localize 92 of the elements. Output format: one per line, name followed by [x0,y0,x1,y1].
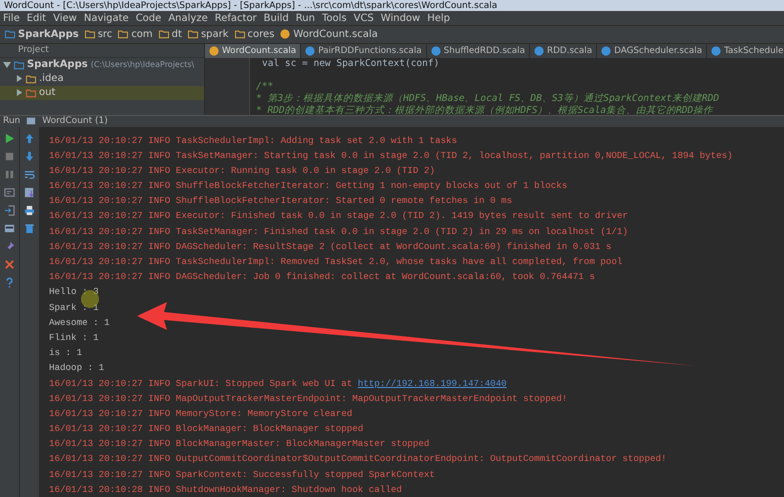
word-count-line: Spark : 1 [49,302,99,313]
run-config-icon [26,116,36,126]
dump-threads-icon[interactable] [4,186,15,198]
expand-arrow-icon[interactable] [3,60,11,69]
log-line: 16/01/13 20:10:27 INFO DAGScheduler: Job 0 finished: collect at WordCount.scala:60, took 0.764471 s [49,271,595,282]
word-count-line: Hadoop : 1 [49,362,104,374]
object-file-icon [209,46,219,56]
folder-icon [234,29,245,40]
folder-icon [26,88,36,98]
tree-item-label: .idea [39,73,64,84]
menu-item[interactable]: Edit [26,12,46,24]
log-line: 16/01/13 20:10:27 INFO OutputCommitCoordinator$OutputCommitCoordinatorEndpoint: OutputCommitCoordinator stopped! [49,453,667,464]
soft-wrap-icon[interactable] [24,168,35,180]
menu-item[interactable]: View [53,12,77,24]
breadcrumb[interactable]: com [131,28,153,40]
log-text: 16/01/13 20:10:27 INFO SparkUI: Stopped Spark web UI at [49,378,354,388]
stop-icon[interactable] [4,150,15,162]
panel-title[interactable]: Run [3,116,20,126]
word-count-line: is : 1 [49,347,82,358]
log-line: 16/01/13 20:10:27 INFO MemoryStore: MemoryStore cleared [49,408,352,419]
log-line: 16/01/13 20:10:27 INFO BlockManagerMaster: BlockManagerMaster stopped [49,438,430,450]
menu-item[interactable]: Analyze [168,12,208,24]
log-line: 16/01/13 20:10:27 INFO ShuffleBlockFetcherIterator: Started 0 remote fetches in 0 ms [49,195,512,206]
log-line: 16/01/13 20:10:27 INFO ShuffleBlockFetcherIterator: Getting 1 non-empty blocks out of 1 blocks [49,180,568,192]
log-line: 16/01/13 20:10:28 INFO ShutdownHookManager: Shutdown hook called [49,484,402,495]
log-line: 16/01/13 20:10:27 INFO TaskSetManager: Starting task 0.0 in stage 2.0 (TID 2, localhost, partition 0,NODE_LOCAL, 1894 bytes) [49,150,733,161]
print-icon[interactable] [24,204,35,216]
breadcrumb[interactable]: dt [172,28,182,40]
log-line: 16/01/13 20:10:27 INFO Executor: Running task 0.0 in stage 2.0 (TID 2) [49,164,435,176]
class-file-icon [534,46,544,56]
menu-item[interactable]: Help [427,12,450,24]
folder-icon [118,29,128,40]
run-config-tab[interactable]: WordCount (1) [42,116,108,126]
exit-icon[interactable] [4,204,15,216]
editor-tab[interactable]: WordCount.scala [205,44,302,58]
menu-item[interactable]: Code [136,12,162,24]
menu-item[interactable]: Tools [322,12,347,24]
log-line: 16/01/13 20:10:27 INFO MapOutputTrackerMasterEndpoint: MapOutputTrackerMasterEndpoint stopped! [49,392,568,404]
log-line: 16/01/13 20:10:27 INFO SparkContext: Successfully stopped SparkContext [49,468,435,480]
code-comment: * RDD的创建基本有三种方式：根据外部的数据来源（例如HDFS）、根据Scala集合、由其它的RDD操作 [256,104,714,116]
word-count-line: Awesome : 1 [49,316,110,328]
code-comment: /** [256,80,274,92]
folder-icon [14,60,24,70]
run-icon[interactable] [4,132,15,144]
code-comment: * 第3步：根据具体的数据来源（HDFS、HBase、Local FS、DB、S3等）通过SparkContext来创建RDD [256,93,720,104]
close-icon[interactable] [4,258,15,270]
down-arrow-icon[interactable] [24,150,35,162]
class-file-icon [711,46,722,56]
code-line: val sc = new SparkContext(conf) [262,58,440,69]
folder-icon [84,29,95,40]
up-arrow-icon[interactable] [24,132,35,144]
log-line: 16/01/13 20:10:27 INFO Executor: Finished task 0.0 in stage 2.0 (TID 2). 1419 bytes result sent to driver [49,210,628,222]
log-line: 16/01/13 20:10:27 INFO TaskSetManager: Finished task 0.0 in stage 2.0 (TID 2) in 29 ms on localhost (1/1) [49,226,628,237]
tree-item[interactable]: SparkApps [27,59,88,70]
menu-item[interactable]: Build [264,12,289,24]
class-file-icon [430,46,441,56]
tree-item-label: out [39,87,56,98]
window-title: WordCount - [C:\Users\hp\IdeaProjects\SparkApps] - [SparkApps] - ...\src\com\dt\spark\cores\WordCount.scala [4,0,498,11]
menu-item[interactable]: Navigate [84,12,129,24]
breadcrumb[interactable]: WordCount.scala [293,28,378,40]
folder-icon [158,29,169,40]
menu-item[interactable]: Window [380,12,420,24]
pause-icon[interactable] [4,168,15,180]
file-icon [280,29,290,40]
breadcrumb[interactable]: spark [200,28,229,40]
folder-icon [5,29,15,40]
scroll-to-end-icon[interactable] [24,186,35,198]
project-path: (C:\Users\hp\IdeaProjects\ [90,60,194,70]
breadcrumb[interactable]: cores [248,28,274,40]
url-link[interactable]: http://192.168.199.147:4040 [358,378,507,388]
tree-row[interactable]: .idea [0,72,204,86]
menu-item[interactable]: VCS [354,12,374,24]
panel-title[interactable]: Project [18,45,49,56]
help-icon[interactable] [4,276,15,288]
menu-item[interactable]: Run [296,12,315,24]
log-line: 16/01/13 20:10:27 INFO DAGScheduler: ResultStage 2 (collect at WordCount.scala:60) finished in 0.031 s [49,240,612,252]
folder-icon [26,74,36,84]
word-count-line: Hello : 3 [49,286,99,298]
class-file-icon [305,46,316,56]
log-line: 16/01/13 20:10:27 INFO TaskSchedulerImpl: Adding task set 2.0 with 1 tasks [49,134,457,146]
folder-icon [188,29,198,40]
breadcrumb[interactable]: SparkApps [18,28,79,40]
class-file-icon [601,46,612,56]
layout-icon[interactable] [4,222,15,234]
log-line: 16/01/13 20:10:27 INFO BlockManager: BlockManager stopped [49,423,364,434]
menu-item[interactable]: Refactor [214,12,257,24]
tree-row[interactable]: out [0,86,204,100]
word-count-line: Flink : 1 [49,332,99,343]
trash-icon[interactable] [24,222,35,234]
log-line: 16/01/13 20:10:27 INFO TaskSchedulerImpl: Removed TaskSet 2.0, whose tasks have all completed, from pool [49,256,622,267]
menu-item[interactable]: File [3,12,20,24]
breadcrumb[interactable]: src [98,28,112,40]
